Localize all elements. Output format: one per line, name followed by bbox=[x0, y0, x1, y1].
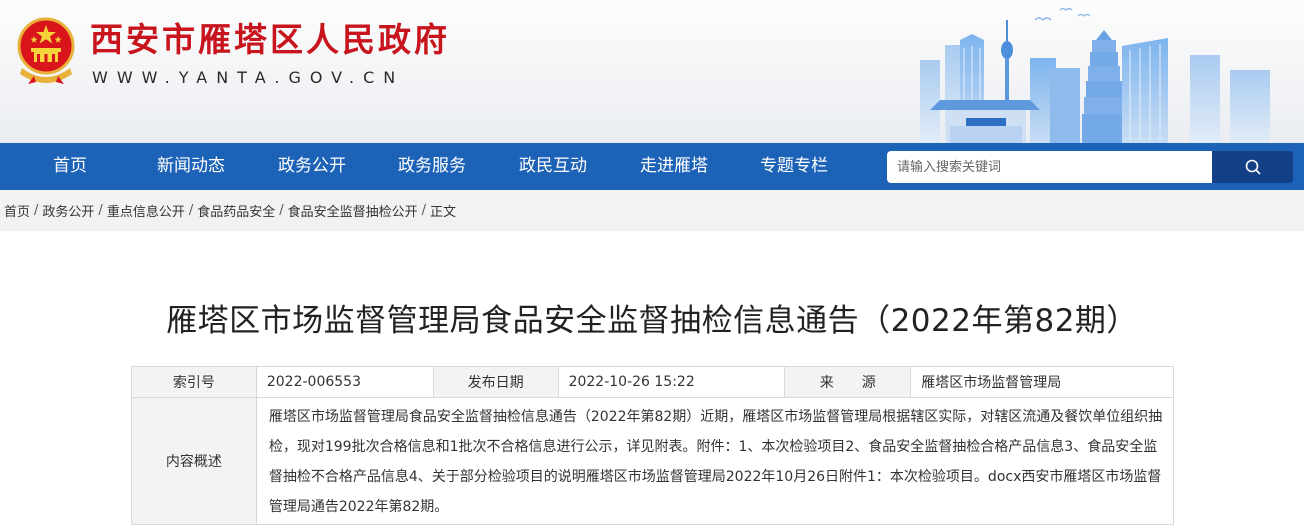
breadcrumb-separator: / bbox=[34, 203, 39, 218]
nav-item-special-topics[interactable]: 专题专栏 bbox=[744, 143, 844, 190]
breadcrumb-separator: / bbox=[98, 203, 103, 218]
source-value: 雁塔区市场监督管理局 bbox=[910, 366, 1174, 398]
nav-item-interaction[interactable]: 政民互动 bbox=[503, 143, 603, 190]
summary-label: 内容概述 bbox=[131, 397, 257, 525]
breadcrumb: 首页 / 政务公开 / 重点信息公开 / 食品药品安全 / 食品安全监督抽检公开… bbox=[0, 190, 1304, 231]
breadcrumb-home[interactable]: 首页 bbox=[4, 201, 30, 220]
index-value: 2022-006553 bbox=[255, 366, 434, 398]
breadcrumb-separator: / bbox=[421, 203, 427, 218]
publish-date-value: 2022-10-26 15:22 bbox=[557, 366, 786, 398]
site-header: 西安市雁塔区人民政府 WWW.YANTA.GOV.CN bbox=[0, 0, 1304, 143]
breadcrumb-separator: / bbox=[279, 203, 284, 218]
article-title: 雁塔区市场监督管理局食品安全监督抽检信息通告（2022年第82期） bbox=[166, 303, 1138, 339]
search-button[interactable] bbox=[1212, 151, 1293, 183]
breadcrumb-gov-affairs-open[interactable]: 政务公开 bbox=[42, 201, 94, 220]
article-info-table: 索引号 2022-006553 发布日期 2022-10-26 15:22 来 … bbox=[131, 366, 1175, 525]
site-title[interactable]: 西安市雁塔区人民政府 bbox=[90, 18, 450, 62]
nav-item-news[interactable]: 新闻动态 bbox=[141, 143, 241, 190]
national-emblem-logo[interactable] bbox=[14, 16, 78, 86]
site-url: WWW.YANTA.GOV.CN bbox=[92, 68, 405, 87]
nav-item-home[interactable]: 首页 bbox=[20, 143, 120, 190]
summary-value: 雁塔区市场监督管理局食品安全监督抽检信息通告（2022年第82期）近期，雁塔区市… bbox=[255, 397, 1175, 525]
breadcrumb-key-info[interactable]: 重点信息公开 bbox=[107, 201, 185, 220]
nav-item-gov-affairs-open[interactable]: 政务公开 bbox=[262, 143, 362, 190]
breadcrumb-current: 正文 bbox=[430, 205, 457, 220]
index-label: 索引号 bbox=[131, 366, 257, 398]
breadcrumb-food-drug-safety[interactable]: 食品药品安全 bbox=[197, 201, 275, 220]
source-label: 来 源 bbox=[784, 366, 912, 398]
breadcrumb-separator: / bbox=[188, 203, 194, 218]
table-row: 内容概述 雁塔区市场监督管理局食品安全监督抽检信息通告（2022年第82期）近期… bbox=[131, 397, 1175, 525]
publish-date-label: 发布日期 bbox=[432, 366, 559, 398]
table-row: 索引号 2022-006553 发布日期 2022-10-26 15:22 来 … bbox=[131, 366, 1174, 398]
nav-item-about-yanta[interactable]: 走进雁塔 bbox=[624, 143, 724, 190]
breadcrumb-food-inspection[interactable]: 食品安全监督抽检公开 bbox=[288, 201, 418, 220]
search-icon bbox=[1245, 159, 1261, 175]
city-skyline-illustration bbox=[920, 7, 1270, 143]
search-input[interactable] bbox=[887, 151, 1213, 183]
nav-item-gov-services[interactable]: 政务服务 bbox=[382, 143, 482, 190]
